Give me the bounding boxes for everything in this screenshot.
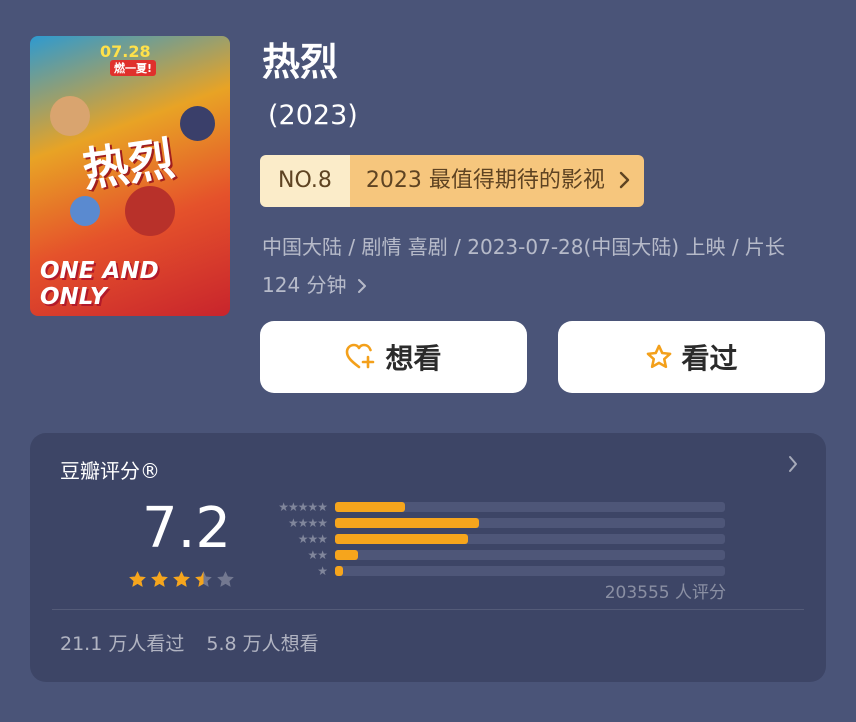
watched-count: 21.1 万人看过 — [60, 633, 185, 655]
poster-tagline: 燃一夏! — [110, 60, 157, 76]
star-level-icons: ★★ — [307, 548, 328, 562]
divider — [52, 609, 804, 610]
star-icon — [129, 571, 146, 587]
star-outline-icon — [647, 344, 672, 369]
rating-bar-3-star: ★★★ — [255, 531, 725, 547]
rank-label: 2023 最值得期待的影视 — [365, 168, 605, 193]
chevron-right-icon — [357, 279, 366, 293]
poster-date: 07.28 — [100, 42, 151, 61]
star-level-icons: ★★★ — [297, 532, 328, 546]
rank-number: NO.8 — [260, 155, 350, 207]
poster-figure — [50, 96, 90, 136]
rating-title: 豆瓣评分® — [60, 459, 160, 483]
chevron-right-icon — [789, 456, 797, 472]
star-level-icons: ★★★★★ — [278, 500, 328, 514]
rating-bar-2-star: ★★ — [255, 547, 725, 563]
rating-bar-1-star: ★ — [255, 563, 725, 579]
rating-footer: 21.1 万人看过 5.8 万人想看 — [60, 629, 319, 656]
star-level-icons: ★ — [317, 564, 328, 578]
rating-stars — [127, 569, 236, 590]
star-icon — [217, 571, 234, 587]
rating-bar-4-star: ★★★★ — [255, 515, 725, 531]
want-button-label: 想看 — [385, 342, 442, 375]
rating-bar-track — [335, 518, 725, 528]
rating-bar-fill — [335, 550, 359, 560]
poster-title-art: 热烈 — [79, 130, 178, 198]
rating-bar-track — [335, 550, 725, 560]
rank-label-wrap: 2023 最值得期待的影视 — [349, 155, 644, 207]
rating-bar-fill — [335, 534, 468, 544]
movie-title: 热烈 — [262, 40, 339, 84]
poster-figure — [70, 196, 100, 226]
poster-figure — [180, 106, 215, 141]
poster-english-title: ONE AND ONLY — [40, 258, 159, 310]
star-level-icons: ★★★★ — [287, 516, 328, 530]
rating-card[interactable]: 豆瓣评分® 7.2 ★★★★★ ★★★★ ★★★ ★★ ★ 203555 人评分 21.… — [30, 433, 826, 682]
movie-info-text: 中国大陆 / 剧情 喜剧 / 2023-07-28(中国大陆) 上映 / 片长1… — [262, 235, 785, 297]
want-count: 5.8 万人想看 — [206, 633, 319, 655]
star-icon — [173, 571, 190, 587]
rating-bar-track — [335, 534, 725, 544]
rating-bar-5-star: ★★★★★ — [255, 499, 725, 515]
rating-bar-fill — [335, 518, 480, 528]
watched-button[interactable]: 看过 — [558, 321, 825, 393]
heart-plus-icon — [346, 343, 375, 369]
rating-bar-track — [335, 566, 725, 576]
rating-bar-fill — [335, 502, 406, 512]
rank-badge[interactable]: NO.8 2023 最值得期待的影视 — [260, 155, 644, 207]
movie-info[interactable]: 中国大陆 / 剧情 喜剧 / 2023-07-28(中国大陆) 上映 / 片长1… — [262, 228, 822, 304]
movie-poster[interactable]: 07.28 燃一夏! 热烈 ONE AND ONLY — [30, 36, 230, 316]
rating-bar-track — [335, 502, 725, 512]
rating-bar-fill — [335, 566, 343, 576]
chevron-right-icon — [619, 171, 630, 189]
watched-button-label: 看过 — [681, 342, 738, 375]
rating-count: 203555 人评分 — [604, 583, 726, 603]
star-icon — [151, 571, 168, 587]
movie-year: (2023) — [268, 100, 358, 131]
star-icon — [195, 571, 212, 587]
rating-score: 7.2 — [142, 496, 232, 561]
want-to-watch-button[interactable]: 想看 — [260, 321, 527, 393]
